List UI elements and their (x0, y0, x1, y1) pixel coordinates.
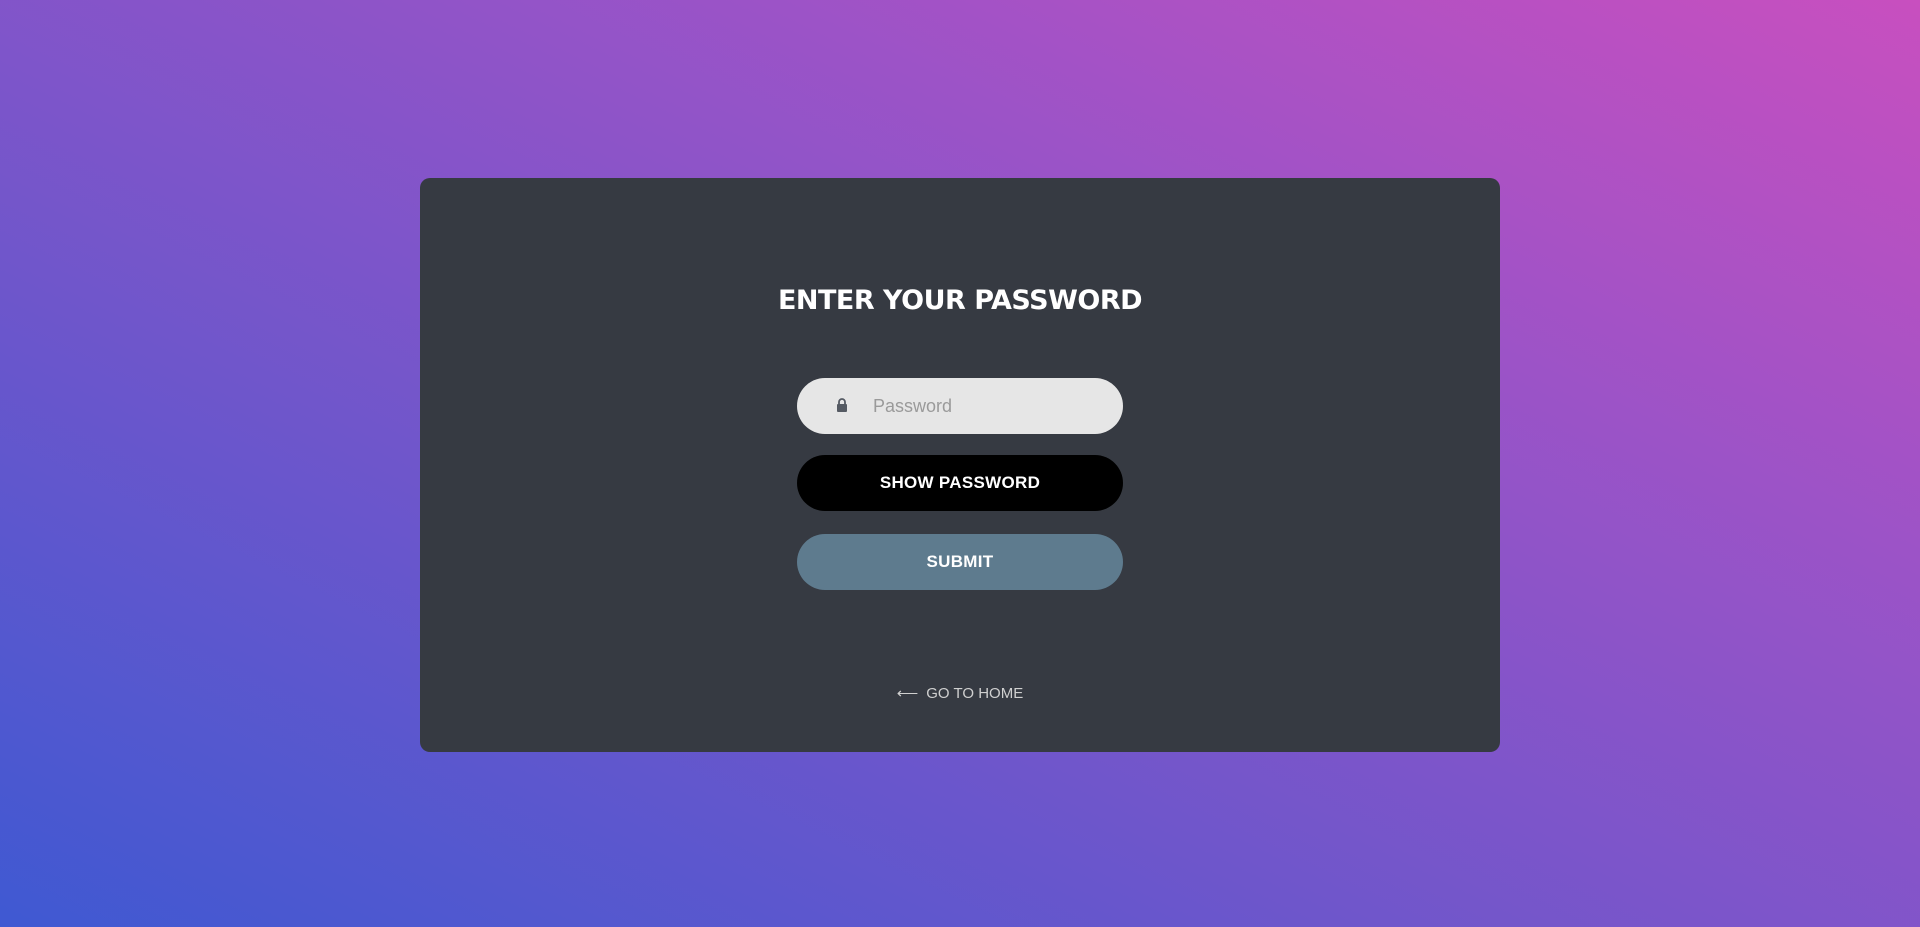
go-to-home-link[interactable]: ⟵ GO TO HOME (420, 684, 1500, 702)
go-to-home-label: GO TO HOME (926, 685, 1024, 702)
arrow-left-icon: ⟵ (896, 685, 919, 702)
page-title: ENTER YOUR PASSWORD (777, 285, 1143, 316)
password-field[interactable] (797, 378, 1123, 434)
lock-icon (837, 398, 847, 412)
submit-button[interactable]: SUBMIT (797, 534, 1123, 590)
show-password-button[interactable]: SHOW PASSWORD (797, 455, 1123, 511)
password-card: ENTER YOUR PASSWORD SHOW PASSWORD SUBMIT… (420, 178, 1500, 752)
password-input[interactable] (873, 378, 1103, 434)
